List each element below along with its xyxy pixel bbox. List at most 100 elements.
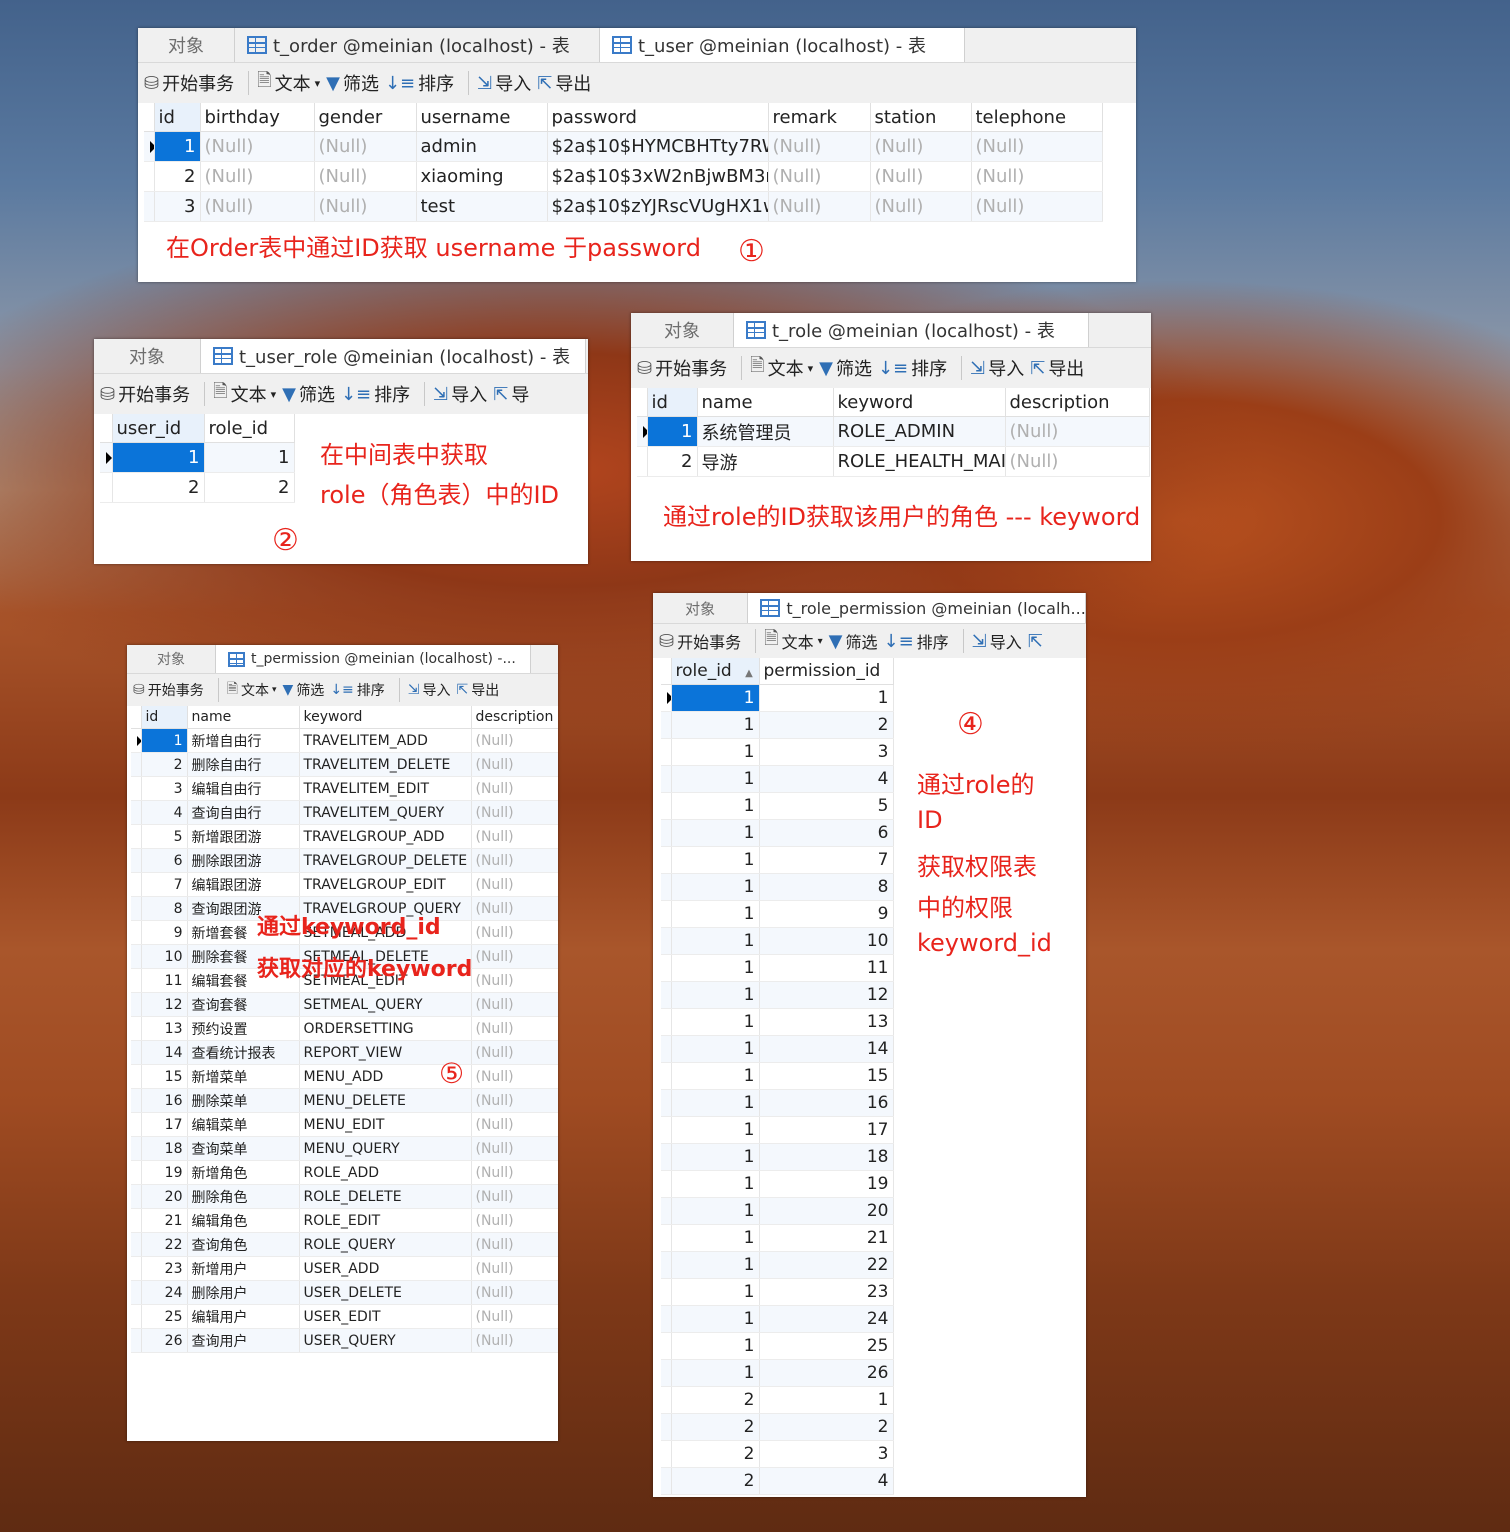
cell-description[interactable]: (Null) [471,1280,558,1305]
cell-user-id[interactable]: 1 [112,442,205,473]
cell-telephone[interactable]: (Null) [971,161,1103,192]
sort-button[interactable]: ↓≡ 排序 [884,629,949,653]
table-row[interactable]: 3 编辑自由行 TRAVELITEM_EDIT (Null) [131,776,558,801]
cell-name[interactable]: 新增角色 [187,1160,300,1185]
cell-permission-id[interactable]: 18 [759,1143,894,1171]
tab-objects[interactable]: 对象 [94,339,201,373]
cell-gender[interactable]: (Null) [314,131,417,162]
cell-permission-id[interactable]: 13 [759,1008,894,1036]
cell-description[interactable]: (Null) [471,992,558,1017]
column-header[interactable]: role_id [204,414,295,443]
cell-password[interactable]: $2a$10$zYJRscVUgHX1w [547,191,769,222]
cell-role-id[interactable]: 2 [671,1440,760,1468]
cell-gender[interactable]: (Null) [314,191,417,222]
cell-id[interactable]: 3 [141,776,188,801]
cell-name[interactable]: 编辑菜单 [187,1112,300,1137]
cell-id[interactable]: 11 [141,968,188,993]
cell-id[interactable]: 23 [141,1256,188,1281]
cell-role-id[interactable]: 1 [671,981,760,1009]
cell-name[interactable]: 删除自由行 [187,752,300,777]
cell-id[interactable]: 1 [154,131,201,162]
table-row[interactable]: 1 新增自由行 TRAVELITEM_ADD (Null) [131,728,558,753]
sort-button[interactable]: ↓≡ 排序 [385,70,454,96]
cell-username[interactable]: test [416,191,548,222]
cell-id[interactable]: 3 [154,191,201,222]
cell-role-id[interactable]: 1 [671,900,760,928]
import-button[interactable]: ⇲ 导入 [408,680,451,700]
cell-permission-id[interactable]: 2 [759,711,894,739]
table-row[interactable]: 1 15 [661,1062,894,1090]
cell-role-id[interactable]: 1 [671,765,760,793]
table-row[interactable]: 21 编辑角色 ROLE_EDIT (Null) [131,1208,558,1233]
table-row[interactable]: 12 [661,711,894,739]
cell-role-id[interactable]: 1 [671,927,760,955]
begin-transaction-button[interactable]: ⛁ 开始事务 [637,355,727,381]
column-header[interactable]: permission_id [759,658,894,685]
filter-button[interactable]: ▼ 筛选 [326,70,379,96]
cell-id[interactable]: 5 [141,824,188,849]
cell-description[interactable]: (Null) [471,1256,558,1281]
table-row[interactable]: 7 编辑跟团游 TRAVELGROUP_EDIT (Null) [131,872,558,897]
cell-role-id[interactable]: 1 [671,1251,760,1279]
cell-role-id[interactable]: 1 [671,1035,760,1063]
cell-telephone[interactable]: (Null) [971,191,1103,222]
cell-station[interactable]: (Null) [870,161,972,192]
table-row[interactable]: 21 [661,1386,894,1414]
tab-objects[interactable]: 对象 [127,645,216,673]
tab-t-permission[interactable]: t_permission @meinian (localhost) -... [216,645,531,673]
table-row[interactable]: 1 19 [661,1170,894,1198]
table-row[interactable]: 14 查看统计报表 REPORT_VIEW (Null) [131,1040,558,1065]
column-header[interactable]: keyword [833,388,1006,417]
cell-permission-id[interactable]: 21 [759,1224,894,1252]
cell-role-id[interactable]: 2 [204,472,295,503]
cell-keyword[interactable]: TRAVELGROUP_EDIT [299,872,472,897]
cell-keyword[interactable]: MENU_DELETE [299,1088,472,1113]
cell-name[interactable]: 查询菜单 [187,1136,300,1161]
tab-t-user[interactable]: t_user @meinian (localhost) - 表 [600,28,965,62]
cell-role-id[interactable]: 1 [671,1143,760,1171]
cell-role-id[interactable]: 1 [671,1359,760,1387]
cell-id[interactable]: 21 [141,1208,188,1233]
cell-description[interactable]: (Null) [471,1328,558,1353]
table-row[interactable]: 23 新增用户 USER_ADD (Null) [131,1256,558,1281]
cell-id[interactable]: 25 [141,1304,188,1329]
cell-description[interactable]: (Null) [1005,446,1150,477]
cell-name[interactable]: 删除用户 [187,1280,300,1305]
cell-description[interactable]: (Null) [471,848,558,873]
table-row[interactable]: 2 删除自由行 TRAVELITEM_DELETE (Null) [131,752,558,777]
cell-description[interactable]: (Null) [471,1184,558,1209]
cell-description[interactable]: (Null) [471,1160,558,1185]
table-row[interactable]: 15 [661,792,894,820]
cell-permission-id[interactable]: 9 [759,900,894,928]
cell-role-id[interactable]: 1 [671,792,760,820]
tab-t-role-permission[interactable]: t_role_permission @meinian (localh... [748,593,1086,623]
cell-role-id[interactable]: 1 [671,1305,760,1333]
table-row[interactable]: 1 22 [661,1251,894,1279]
cell-permission-id[interactable]: 1 [759,684,894,712]
cell-role-id[interactable]: 2 [671,1386,760,1414]
table-row[interactable]: 6 删除跟团游 TRAVELGROUP_DELETE (Null) [131,848,558,873]
cell-name[interactable]: 预约设置 [187,1016,300,1041]
cell-description[interactable]: (Null) [471,1064,558,1089]
filter-button[interactable]: ▼ 筛选 [283,680,325,700]
cell-remark[interactable]: (Null) [768,191,871,222]
table-row[interactable]: 1 26 [661,1359,894,1387]
cell-keyword[interactable]: TRAVELITEM_QUERY [299,800,472,825]
begin-transaction-button[interactable]: ⛁ 开始事务 [133,680,204,700]
table-row[interactable]: 4 查询自由行 TRAVELITEM_QUERY (Null) [131,800,558,825]
cell-description[interactable]: (Null) [471,1112,558,1137]
cell-description[interactable]: (Null) [471,1232,558,1257]
cell-role-id[interactable]: 1 [671,1089,760,1117]
cell-permission-id[interactable]: 20 [759,1197,894,1225]
cell-description[interactable]: (Null) [471,944,558,969]
filter-button[interactable]: ▼ 筛选 [829,629,878,653]
cell-role-id[interactable]: 1 [671,846,760,874]
cell-keyword[interactable]: SETMEAL_QUERY [299,992,472,1017]
table-row[interactable]: 1 (Null) (Null) admin $2a$10$HYMCBHTty7R… [144,131,1103,162]
tab-t-user-role[interactable]: t_user_role @meinian (localhost) - 表 [201,339,586,373]
cell-role-id[interactable]: 1 [671,1170,760,1198]
table-row[interactable]: 13 预约设置 ORDERSETTING (Null) [131,1016,558,1041]
table-row[interactable]: 18 查询菜单 MENU_QUERY (Null) [131,1136,558,1161]
cell-permission-id[interactable]: 19 [759,1170,894,1198]
cell-permission-id[interactable]: 11 [759,954,894,982]
